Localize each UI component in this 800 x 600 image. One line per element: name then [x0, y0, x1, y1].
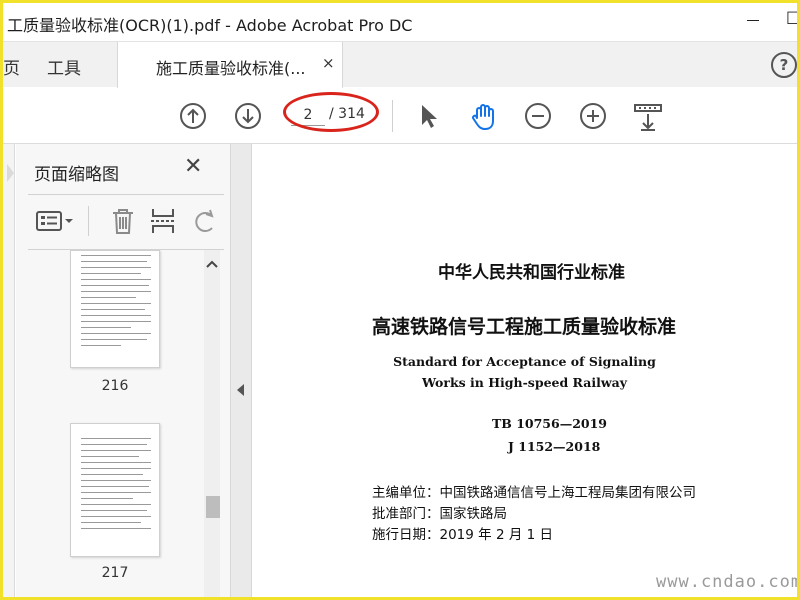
zoom-out-button[interactable]	[524, 102, 552, 130]
title-bar: 工质量验收标准(OCR)(1).pdf - Adobe Acrobat Pro …	[3, 3, 797, 41]
prev-page-button[interactable]	[179, 102, 207, 130]
delete-page-icon	[113, 209, 133, 234]
thumbnail-list: 216 217	[16, 250, 202, 597]
hand-icon	[472, 104, 494, 130]
left-rail	[3, 144, 15, 597]
panel-tool-separator	[88, 206, 89, 236]
tab-close-button[interactable]: ×	[322, 54, 335, 72]
rotate-page-button[interactable]	[192, 206, 218, 236]
doc-editor: 主编单位：中国铁路通信信号上海工程局集团有限公司	[372, 485, 696, 501]
zoom-in-icon	[580, 103, 606, 129]
panel-splitter[interactable]	[230, 144, 252, 597]
toolbar-separator	[392, 100, 393, 132]
zoom-in-button[interactable]	[579, 102, 607, 130]
doc-effective-date: 施行日期：2019 年 2 月 1 日	[372, 527, 553, 543]
scroll-up-icon[interactable]	[204, 258, 220, 272]
rotate-icon	[195, 209, 214, 232]
watermark: www.cndao.com	[656, 572, 800, 592]
rail-notch	[7, 164, 14, 182]
thumbnail-options-icon	[36, 211, 73, 231]
insert-page-button[interactable]	[150, 206, 176, 236]
window-title: 工质量验收标准(OCR)(1).pdf - Adobe Acrobat Pro …	[7, 16, 413, 35]
restore-button[interactable]: □	[786, 7, 797, 33]
doc-title-chinese: 高速铁路信号工程施工质量验收标准	[372, 316, 677, 338]
select-tool-button[interactable]	[417, 102, 445, 130]
tab-home[interactable]: 页	[3, 54, 20, 79]
red-annotation-ellipse	[283, 92, 379, 132]
zoom-out-icon	[525, 103, 551, 129]
app-window: 工质量验收标准(OCR)(1).pdf - Adobe Acrobat Pro …	[0, 0, 800, 600]
tab-document-label: 施工质量验收标准(...	[156, 59, 306, 78]
toolbar: / 314	[3, 88, 797, 144]
arrow-down-icon	[235, 103, 261, 129]
doc-code-j: J 1152—2018	[508, 439, 601, 454]
insert-page-icon	[151, 209, 175, 233]
collapse-panel-icon[interactable]	[237, 384, 244, 396]
thumbnail-label-216: 216	[101, 378, 129, 394]
cursor-icon	[422, 105, 437, 128]
panel-title: 页面缩略图	[34, 165, 119, 185]
doc-code-tb: TB 10756—2019	[492, 416, 607, 431]
thumbnail-label-217: 217	[101, 565, 129, 581]
page-thumbnail-216[interactable]	[70, 250, 160, 368]
scroll-mode-icon	[634, 104, 662, 131]
doc-approver: 批准部门：国家铁路局	[372, 506, 507, 522]
panel-divider	[28, 194, 224, 195]
document-page: 中华人民共和国行业标准 高速铁路信号工程施工质量验收标准 Standard fo…	[252, 144, 800, 597]
panel-close-button[interactable]: ✕	[184, 154, 202, 179]
doc-title-english-1: Standard for Acceptance of Signaling	[393, 354, 656, 369]
page-display-button[interactable]	[633, 102, 663, 131]
thumbnail-scrollbar[interactable]	[204, 250, 220, 597]
tab-document[interactable]: 施工质量验收标准(... ×	[117, 42, 343, 88]
help-button[interactable]: ?	[771, 52, 797, 78]
arrow-up-icon	[180, 103, 206, 129]
minimize-button[interactable]	[747, 20, 759, 21]
doc-standard-category: 中华人民共和国行业标准	[438, 263, 625, 283]
thumbnail-options-button[interactable]	[36, 206, 76, 236]
tab-bar: 页 工具 施工质量验收标准(... × ?	[3, 41, 797, 88]
tab-tools[interactable]: 工具	[47, 54, 81, 79]
doc-title-english-2: Works in High-speed Railway	[422, 375, 627, 390]
page-thumbnail-217[interactable]	[70, 423, 160, 557]
scrollbar-thumb[interactable]	[206, 496, 220, 518]
hand-tool-button[interactable]	[469, 102, 497, 130]
delete-page-button[interactable]	[110, 206, 136, 236]
next-page-button[interactable]	[234, 102, 262, 130]
page-thumbnails-panel: 页面缩略图 ✕ 216 217	[16, 144, 230, 597]
